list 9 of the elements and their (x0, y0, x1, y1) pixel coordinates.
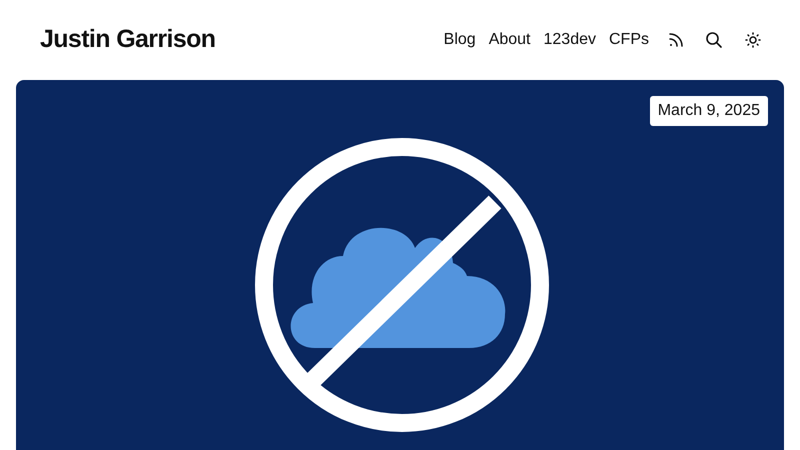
nav-link[interactable]: About (488, 28, 530, 52)
site-title[interactable]: Justin Garrison (40, 21, 216, 59)
sun-icon[interactable] (744, 31, 762, 49)
nav-link[interactable]: CFPs (609, 28, 649, 52)
rss-icon[interactable] (668, 32, 684, 48)
post-date: March 9, 2025 (650, 96, 768, 126)
nav-link[interactable]: Blog (444, 28, 476, 52)
search-icon[interactable] (705, 31, 723, 49)
nav-link[interactable]: 123dev (544, 28, 596, 52)
